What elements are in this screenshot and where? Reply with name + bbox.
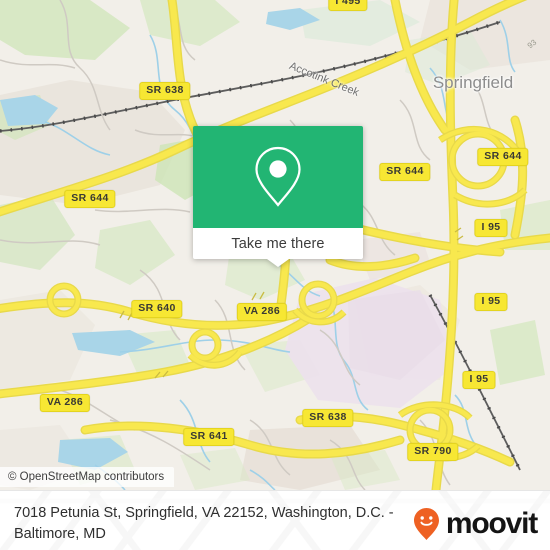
road-shield-i-495-top[interactable]: I 495 [328, 0, 368, 11]
map-screenshot: Springfield Accotink Creek 93 SR 638 SR … [0, 0, 550, 550]
popup-pointer [267, 259, 289, 267]
take-me-there-button[interactable]: Take me there [193, 228, 363, 259]
road-shield-va-286-east[interactable]: VA 286 [236, 303, 288, 321]
map-canvas[interactable]: Springfield Accotink Creek 93 SR 638 SR … [0, 0, 550, 490]
place-label-springfield: Springfield [432, 73, 514, 92]
road-shield-sr-638-north[interactable]: SR 638 [139, 82, 191, 100]
location-popup[interactable]: Take me there [193, 126, 363, 267]
road-shield-i-95-north[interactable]: I 95 [474, 219, 508, 237]
road-shield-sr-641[interactable]: SR 641 [183, 428, 235, 446]
road-shield-sr-790[interactable]: SR 790 [407, 443, 459, 461]
road-shield-sr-644-east[interactable]: SR 644 [477, 148, 529, 166]
road-shield-va-286-west[interactable]: VA 286 [39, 394, 91, 412]
road-shield-i-95-mid[interactable]: I 95 [474, 293, 508, 311]
map-attribution[interactable]: © OpenStreetMap contributors [0, 467, 175, 487]
moovit-wordmark: moovit [445, 507, 538, 540]
road-shield-sr-638-south[interactable]: SR 638 [302, 409, 354, 427]
road-shield-sr-644-center[interactable]: SR 644 [379, 163, 431, 181]
moovit-pin-icon [413, 508, 439, 540]
road-shield-sr-644-west[interactable]: SR 644 [64, 190, 116, 208]
address-text: 7018 Petunia St, Springfield, VA 22152, … [14, 505, 394, 542]
map-pin-icon [255, 146, 301, 207]
popup-image-area [193, 126, 363, 228]
road-shield-sr-640[interactable]: SR 640 [131, 300, 183, 318]
road-shield-i-95-south[interactable]: I 95 [462, 371, 496, 389]
moovit-logo[interactable]: moovit [413, 507, 538, 541]
footer-bar: 7018 Petunia St, Springfield, VA 22152, … [0, 490, 550, 550]
